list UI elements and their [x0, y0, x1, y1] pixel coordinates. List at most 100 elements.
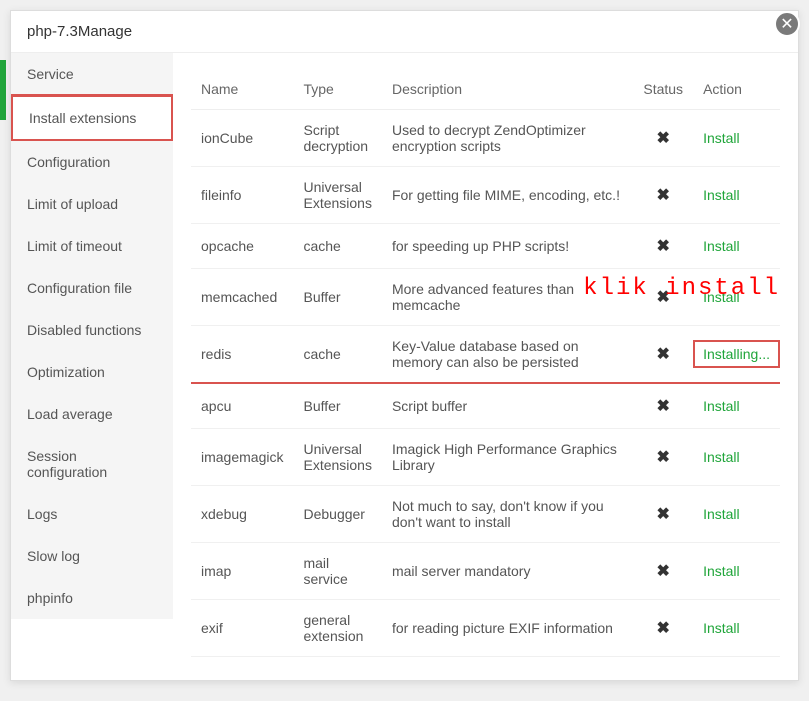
status-x-icon: ✖	[657, 346, 670, 363]
cell-type: cache	[293, 224, 381, 269]
sidebar-item-load-average[interactable]: Load average	[11, 393, 173, 435]
sidebar-item-label: Limit of timeout	[27, 238, 122, 254]
th-action: Action	[693, 69, 780, 110]
cell-description: Key-Value database based on memory can a…	[382, 326, 633, 384]
cell-description: Used to decrypt ZendOptimizer encryption…	[382, 110, 633, 167]
th-name: Name	[191, 69, 293, 110]
cell-type: mail service	[293, 543, 381, 600]
sidebar-item-configuration[interactable]: Configuration	[11, 141, 173, 183]
cell-type: Debugger	[293, 486, 381, 543]
table-row-redis: redis cache Key-Value database based on …	[191, 326, 780, 384]
install-button[interactable]: Install	[703, 289, 740, 305]
install-button[interactable]: Install	[703, 187, 740, 203]
cell-description: More advanced features than memcache	[382, 269, 633, 326]
table-row: xdebug Debugger Not much to say, don't k…	[191, 486, 780, 543]
cell-type: Buffer	[293, 383, 381, 429]
sidebar-item-logs[interactable]: Logs	[11, 493, 173, 535]
cell-description: mail server mandatory	[382, 543, 633, 600]
notes-section: Pls install the extension according to t…	[191, 675, 780, 680]
install-button[interactable]: Install	[703, 563, 740, 579]
sidebar-item-disabled-functions[interactable]: Disabled functions	[11, 309, 173, 351]
cell-description: Script buffer	[382, 383, 633, 429]
content-panel: klik install Name Type Description Statu…	[173, 53, 798, 680]
cell-name: fileinfo	[191, 167, 293, 224]
modal-body: Service Install extensions Configuration…	[11, 53, 798, 680]
install-button[interactable]: Install	[703, 620, 740, 636]
cell-type: Buffer	[293, 269, 381, 326]
sidebar-item-label: Optimization	[27, 364, 105, 380]
cell-name: ionCube	[191, 110, 293, 167]
cell-type: Script decryption	[293, 110, 381, 167]
sidebar-item-label: Session configuration	[27, 448, 107, 480]
sidebar-item-phpinfo[interactable]: phpinfo	[11, 577, 173, 619]
cell-name: memcached	[191, 269, 293, 326]
sidebar-item-limit-upload[interactable]: Limit of upload	[11, 183, 173, 225]
table-row: memcached Buffer More advanced features …	[191, 269, 780, 326]
sidebar-item-slow-log[interactable]: Slow log	[11, 535, 173, 577]
cell-name: imagemagick	[191, 429, 293, 486]
th-type: Type	[293, 69, 381, 110]
cell-name: exif	[191, 600, 293, 657]
install-button[interactable]: Install	[703, 449, 740, 465]
table-row: opcache cache for speeding up PHP script…	[191, 224, 780, 269]
status-x-icon: ✖	[657, 289, 670, 306]
sidebar-item-session-config[interactable]: Session configuration	[11, 435, 173, 493]
table-row: exif general extension for reading pictu…	[191, 600, 780, 657]
table-row: imagemagick Universal Extensions Imagick…	[191, 429, 780, 486]
status-x-icon: ✖	[657, 563, 670, 580]
sidebar-item-label: phpinfo	[27, 590, 73, 606]
install-button[interactable]: Install	[703, 506, 740, 522]
table-row: imap mail service mail server mandatory …	[191, 543, 780, 600]
status-x-icon: ✖	[657, 130, 670, 147]
install-button[interactable]: Install	[703, 238, 740, 254]
cell-description: Imagick High Performance Graphics Librar…	[382, 429, 633, 486]
sidebar-item-label: Service	[27, 66, 74, 82]
sidebar-item-service[interactable]: Service	[11, 53, 173, 95]
cell-type: Universal Extensions	[293, 167, 381, 224]
cell-name: opcache	[191, 224, 293, 269]
sidebar-item-label: Logs	[27, 506, 57, 522]
modal-title: php-7.3Manage	[11, 11, 798, 53]
cell-type: cache	[293, 326, 381, 384]
sidebar-item-label: Load average	[27, 406, 113, 422]
close-button[interactable]: ✕	[774, 11, 800, 37]
status-x-icon: ✖	[657, 449, 670, 466]
cell-name: imap	[191, 543, 293, 600]
sidebar-item-label: Disabled functions	[27, 322, 141, 338]
cell-description: for reading picture EXIF information	[382, 600, 633, 657]
sidebar-item-optimization[interactable]: Optimization	[11, 351, 173, 393]
status-x-icon: ✖	[657, 506, 670, 523]
sidebar: Service Install extensions Configuration…	[11, 53, 173, 680]
th-status: Status	[633, 69, 693, 110]
cell-type: general extension	[293, 600, 381, 657]
sidebar-item-install-extensions[interactable]: Install extensions	[11, 95, 173, 141]
status-x-icon: ✖	[657, 187, 670, 204]
status-x-icon: ✖	[657, 398, 670, 415]
cell-name: redis	[191, 326, 293, 384]
status-x-icon: ✖	[657, 238, 670, 255]
sidebar-item-limit-timeout[interactable]: Limit of timeout	[11, 225, 173, 267]
install-button[interactable]: Install	[703, 398, 740, 414]
php-manage-modal: ✕ php-7.3Manage Service Install extensio…	[10, 10, 799, 681]
extensions-table: Name Type Description Status Action ionC…	[191, 69, 780, 657]
close-icon: ✕	[780, 14, 793, 34]
installing-button[interactable]: Installing...	[693, 340, 780, 368]
th-description: Description	[382, 69, 633, 110]
sidebar-item-label: Configuration	[27, 154, 110, 170]
sidebar-item-label: Limit of upload	[27, 196, 118, 212]
sidebar-item-config-file[interactable]: Configuration file	[11, 267, 173, 309]
table-row: apcu Buffer Script buffer ✖ Install	[191, 383, 780, 429]
cell-name: apcu	[191, 383, 293, 429]
cell-name: xdebug	[191, 486, 293, 543]
status-x-icon: ✖	[657, 620, 670, 637]
install-button[interactable]: Install	[703, 130, 740, 146]
note-item: Pls install the extension according to t…	[197, 675, 780, 680]
sidebar-item-label: Configuration file	[27, 280, 132, 296]
table-row: ionCube Script decryption Used to decryp…	[191, 110, 780, 167]
cell-description: For getting file MIME, encoding, etc.!	[382, 167, 633, 224]
cell-description: for speeding up PHP scripts!	[382, 224, 633, 269]
sidebar-item-label: Install extensions	[29, 110, 136, 126]
sidebar-item-label: Slow log	[27, 548, 80, 564]
cell-type: Universal Extensions	[293, 429, 381, 486]
cell-description: Not much to say, don't know if you don't…	[382, 486, 633, 543]
